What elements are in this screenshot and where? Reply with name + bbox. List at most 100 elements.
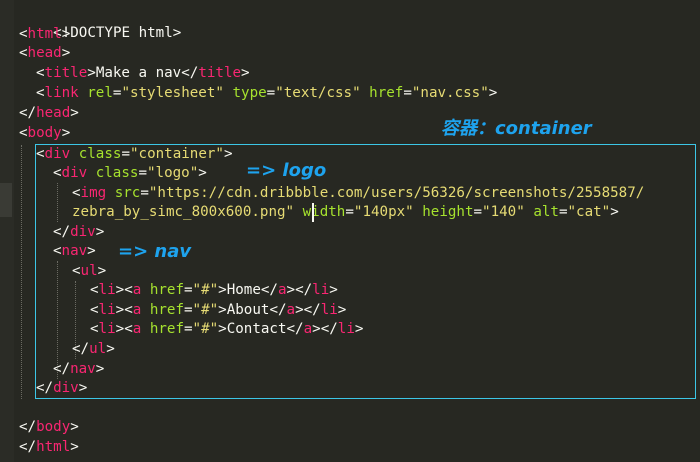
bracket: < [124,321,133,337]
bracket: < [72,185,81,201]
tag-name: div [44,146,71,162]
bracket: > [106,341,115,357]
attr-value: "140" [482,204,525,220]
bracket: ></ [295,302,321,318]
bracket: </ [19,419,37,435]
tag-name: a [303,321,313,337]
bracket: > [329,282,338,298]
attr-value: "https://cdn.dribbble.com/users/56326/sc… [148,185,645,201]
attr-value: "container" [129,146,224,162]
tag-name: li [98,302,116,318]
bracket: > [218,321,227,337]
code-line-14: <ul> [72,262,106,281]
text-cursor [312,203,314,222]
tag-name: html [27,26,62,42]
link-text-contact: Contact [226,321,287,337]
bracket: > [70,105,79,121]
tag-name: link [44,85,79,101]
equals: = [473,204,483,220]
bracket: > [223,146,233,162]
tag-name: ul [89,341,107,357]
attr-name: href [149,282,184,298]
bracket: </ [19,105,37,121]
code-line-23: </html> [19,438,79,457]
code-line-1: <!DOCTYPE html> [19,5,181,41]
attr-name: height [422,204,474,220]
attr-name: src [114,185,141,201]
tag-name: li [98,321,116,337]
equals: = [184,321,193,337]
tag-name: div [70,224,96,240]
tag-name: a [132,302,142,318]
code-line-22: </body> [19,418,79,437]
tag-name: ul [80,263,98,279]
attr-name: width [302,204,346,220]
tag-name: img [80,185,107,201]
code-line-10: <img src="https://cdn.dribbble.com/users… [72,184,644,203]
attr-value: "#" [192,302,219,318]
bracket: > [354,321,364,337]
bracket: </ [181,65,199,81]
bracket: < [19,45,28,61]
bracket: < [53,165,62,181]
equals: = [403,85,412,101]
code-line-20: </div> [36,379,87,398]
bracket: > [95,224,105,240]
bracket: > [70,419,79,435]
tag-name: head [36,105,71,121]
bracket: ></ [286,282,313,298]
code-line-3: <head> [19,44,70,63]
bracket: > [61,26,71,42]
code-line-11: zebra_by_simc_800x600.png" width="140px"… [72,203,619,222]
attr-name: class [78,146,122,162]
bracket: < [19,125,28,141]
tag-name: body [27,125,62,141]
bracket: </ [19,439,37,455]
equals: = [184,282,193,298]
bracket: > [198,165,207,181]
code-line-7: <body> [19,124,70,143]
link-text-home: Home [226,282,261,298]
annotation-logo: => logo [246,160,327,181]
bracket: > [61,125,71,141]
tag-name: div [61,165,88,181]
code-line-19: </nav> [53,360,104,379]
bracket: > [87,65,96,81]
bracket: </ [286,321,304,337]
bracket: > [218,302,227,318]
code-line-17: <li><a href="#">Contact</a></li> [90,320,363,339]
equals: = [345,204,354,220]
bracket: < [19,26,28,42]
annotation-nav: => nav [118,241,192,262]
equals: = [121,146,130,162]
annotation-container: 容器：container [441,118,592,139]
bracket: </ [72,341,90,357]
attr-value: "140px" [353,204,414,220]
attr-value: "#" [192,321,219,337]
tag-name: li [320,302,338,318]
bracket: > [61,45,71,61]
attr-value: "nav.css" [411,85,489,101]
bracket: < [36,146,45,162]
bracket: > [241,65,250,81]
tag-name: html [36,439,71,455]
code-line-18: </ul> [72,340,115,359]
bracket: > [337,302,347,318]
bracket: > [70,439,79,455]
title-text: Make a nav [95,65,182,81]
tag-name: li [337,321,355,337]
bracket: > [218,282,227,298]
code-line-8: <div class="container"> [36,145,233,164]
equals: = [184,302,193,318]
attr-name: alt [533,204,559,220]
attr-name: href [369,85,404,101]
bracket: > [115,321,125,337]
bracket: < [36,85,45,101]
attr-value: "text/css" [275,85,361,101]
bracket: < [124,282,133,298]
attr-value: "cat" [567,204,611,220]
link-text-about: About [226,302,270,318]
bracket: ></ [312,321,338,337]
bracket: > [115,282,125,298]
code-editor[interactable]: <!DOCTYPE html> <html> <head> <title>Mak… [0,0,700,462]
